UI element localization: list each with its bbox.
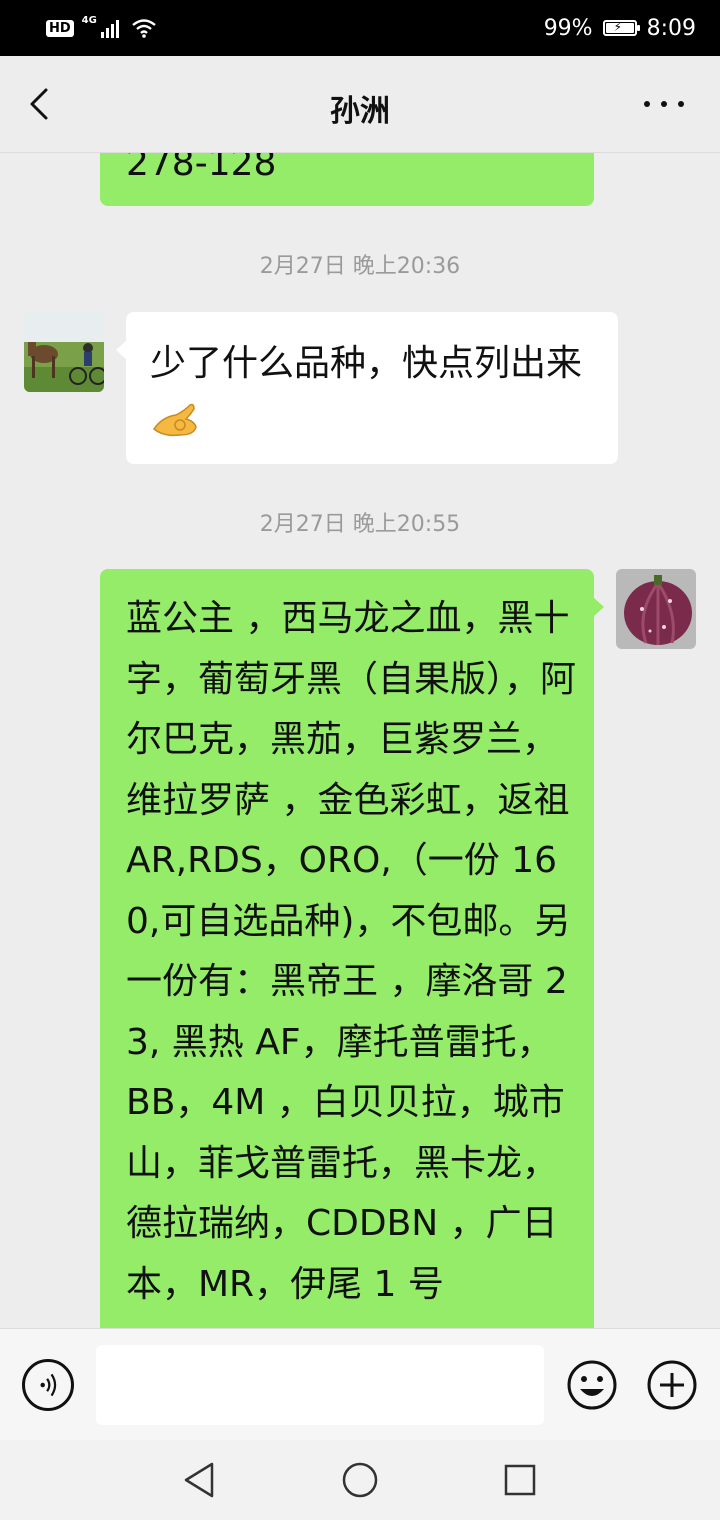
chat-area[interactable]: 278-128 2月27日 晚上20:36 少了什么品种，快点列出来 2月27日… xyxy=(0,152,720,1328)
message-input[interactable] xyxy=(96,1345,544,1425)
status-left: HD 4G xyxy=(46,14,157,42)
chat-title: 孙洲 xyxy=(330,94,390,129)
hd-badge: HD xyxy=(46,19,74,37)
nav-back-icon[interactable] xyxy=(180,1460,220,1500)
message-bubble-sent[interactable]: 蓝公主 ，西马龙之血，黑十字，葡萄牙黑（自果版），阿尔巴克，黑茄，巨紫罗兰，维拉… xyxy=(100,569,604,1328)
nav-home-icon[interactable] xyxy=(340,1460,380,1500)
input-bar xyxy=(0,1328,720,1441)
message-bubble-received[interactable]: 少了什么品种，快点列出来 xyxy=(116,312,618,464)
timestamp: 2月27日 晚上20:36 xyxy=(259,254,461,279)
plus-icon[interactable] xyxy=(646,1359,698,1411)
network-type: 4G xyxy=(81,14,97,26)
emoji-icon[interactable] xyxy=(566,1359,618,1411)
system-nav-bar xyxy=(0,1440,720,1520)
contact-avatar[interactable] xyxy=(24,312,104,392)
nav-recent-apps-icon[interactable] xyxy=(500,1460,540,1500)
ok-hand-emoji-icon xyxy=(152,403,197,437)
message-text: 少了什么品种，快点列出来 xyxy=(150,334,598,454)
signal-icon xyxy=(100,20,119,38)
battery-percent: 99% xyxy=(543,15,593,41)
timestamp: 2月27日 晚上20:55 xyxy=(259,512,461,537)
status-right: 99% ⚡ 8:09 xyxy=(544,14,696,42)
chat-header: 孙洲 xyxy=(0,56,720,153)
wifi-icon xyxy=(132,19,156,38)
voice-input-icon[interactable] xyxy=(22,1359,74,1411)
message-text: 蓝公主 ，西马龙之血，黑十字，葡萄牙黑（自果版），阿尔巴克，黑茄，巨紫罗兰，维拉… xyxy=(126,598,577,1305)
battery-icon: ⚡ xyxy=(602,20,640,36)
more-options-icon[interactable] xyxy=(644,84,684,124)
message-bubble-sent-partial[interactable]: 278-128 xyxy=(100,152,594,206)
status-bar: HD 4G 99% ⚡ 8:09 xyxy=(0,0,720,56)
clock: 8:09 xyxy=(646,15,696,41)
user-avatar[interactable] xyxy=(616,569,696,649)
message-text: 278-128 xyxy=(126,152,277,184)
